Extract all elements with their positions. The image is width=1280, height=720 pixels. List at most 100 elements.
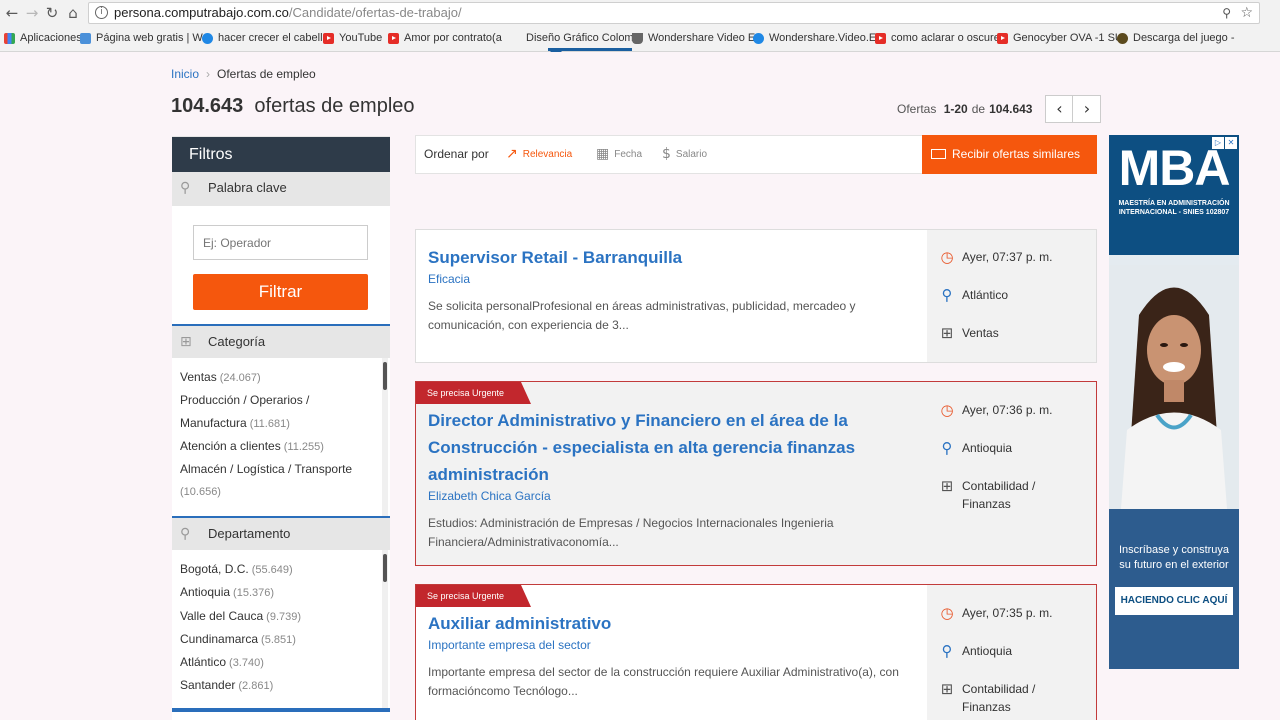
bookmark-item[interactable]: Página web gratis | W [80, 30, 203, 46]
apps-grid-icon [4, 32, 15, 44]
location-pin-icon: ⚲ [941, 642, 953, 660]
offer-card[interactable]: Auxiliar administrativo Importante empre… [415, 584, 1097, 720]
offer-company[interactable]: Importante empresa del sector [428, 638, 915, 652]
sort-relevance-option[interactable]: ↗ Relevancia [506, 136, 572, 173]
next-section-border [172, 708, 390, 712]
calendar-icon: ▦ [596, 146, 610, 162]
offer-title[interactable]: Supervisor Retail - Barranquilla [428, 244, 915, 271]
bookmark-item[interactable]: Wondershare.Video.E [753, 30, 876, 46]
department-section-header[interactable]: ⚲ Departamento [172, 516, 390, 550]
clock-icon: ◷ [940, 248, 954, 266]
urgent-badge: Se precisa Urgente [416, 585, 532, 607]
category-item[interactable]: Almacén / Logística / Transporte (10.656… [180, 458, 380, 504]
bookmark-item[interactable]: Diseño Gráfico Colom [526, 30, 634, 46]
grid-icon: ⊞ [180, 334, 192, 350]
youtube-icon [323, 32, 334, 44]
mba-advertisement[interactable]: MBA MAESTRÍA EN ADMINISTRACIÓN INTERNACI… [1109, 135, 1239, 669]
department-item[interactable]: Antioquia (15.376) [180, 581, 390, 604]
keyword-input[interactable] [193, 225, 368, 260]
ad-tagline: Inscríbase y construya su futuro en el e… [1118, 544, 1230, 571]
clock-icon: ◷ [940, 401, 954, 419]
offer-title[interactable]: Director Administrativo y Financiero en … [428, 407, 915, 488]
offer-meta: ◷ Ayer, 07:37 p. m. ⚲ Atlántico ⊞ Ventas [927, 230, 1096, 362]
offer-category: ⊞ Contabilidad / Finanzas [938, 477, 1068, 513]
youtube-icon [997, 32, 1008, 44]
category-scrollbar[interactable] [383, 362, 387, 390]
bookmark-item[interactable]: Wondershare Video E [632, 30, 755, 46]
grid-icon: ⊞ [940, 324, 954, 342]
bookmark-item[interactable]: Descarga del juego - [1117, 30, 1235, 46]
filters-title: Filtros [172, 136, 390, 172]
ad-woman-photo [1109, 265, 1239, 535]
back-icon[interactable]: ← [2, 3, 22, 23]
page-content: Inicio › Ofertas de empleo 104.643 ofertas… [0, 52, 1280, 720]
receive-similar-offers-button[interactable]: Recibir ofertas similares [922, 135, 1097, 174]
category-item[interactable]: Atención a clientes (11.255) [180, 435, 390, 458]
bookmark-item[interactable]: YouTube [323, 30, 382, 46]
offer-title[interactable]: Auxiliar administrativo [428, 610, 915, 637]
pagination: Ofertas 1-20 de 104.643 ‹ › [897, 95, 1102, 123]
breadcrumb-home-link[interactable]: Inicio [171, 67, 199, 81]
bookmark-item[interactable]: como aclarar o oscure [875, 30, 1000, 46]
ad-cta-button[interactable]: HACIENDO CLIC AQUÍ [1115, 587, 1233, 615]
offer-description: Importante empresa del sector de la cons… [428, 665, 899, 698]
department-item[interactable]: Santander (2.861) [180, 674, 390, 697]
offer-company[interactable]: Elizabeth Chica García [428, 489, 915, 503]
ad-close-icon[interactable]: ✕ [1225, 137, 1237, 149]
pager-label: Ofertas [897, 102, 937, 116]
filters-sidebar: Filtros ⚲ Palabra clave Filtrar ⊞ Catego… [172, 136, 390, 720]
home-icon[interactable]: ⌂ [63, 3, 83, 23]
game-icon [1117, 32, 1128, 44]
url-text[interactable]: persona.computrabajo.com.co/Candidate/of… [114, 3, 462, 23]
breadcrumb-separator: › [206, 67, 211, 81]
sort-bar: Ordenar por ↗ Relevancia ▦ Fecha $ Salario … [415, 135, 1097, 174]
site-info-icon[interactable]: i [95, 6, 108, 19]
page-title-suffix: ofertas de empleo [254, 95, 415, 117]
offer-card[interactable]: Supervisor Retail - Barranquilla Eficaci… [415, 229, 1097, 363]
extension-pin-icon[interactable]: ⚲ [1222, 3, 1231, 23]
offer-card[interactable]: Director Administrativo y Financiero en … [415, 381, 1097, 566]
reload-icon[interactable]: ↻ [42, 3, 62, 23]
bookmark-star-icon[interactable]: ☆ [1240, 3, 1253, 23]
sort-salary-option[interactable]: $ Salario [662, 136, 707, 173]
bookmark-item[interactable]: Amor por contrato(a [388, 30, 502, 46]
pager-of: de [971, 102, 986, 116]
sort-date-option[interactable]: ▦ Fecha [596, 136, 642, 173]
address-bar[interactable]: i persona.computrabajo.com.co/Candidate/… [88, 2, 1260, 24]
offer-count: 104.643 [171, 95, 244, 117]
youtube-icon [875, 32, 886, 44]
cup-icon [632, 32, 643, 44]
ad-subline: MAESTRÍA EN ADMINISTRACIÓN INTERNACIONAL… [1118, 200, 1230, 216]
location-pin-icon: ⚲ [180, 526, 191, 542]
category-item[interactable]: Producción / Operarios / Manufactura (11.… [180, 389, 340, 435]
sort-label: Ordenar por [424, 147, 489, 161]
department-item[interactable]: Bogotá, D.C. (55.649) [180, 558, 390, 581]
globe-icon [753, 32, 764, 44]
forward-icon[interactable]: → [22, 3, 42, 23]
offer-date: ◷ Ayer, 07:36 p. m. [938, 401, 1052, 419]
offer-category: ⊞ Contabilidad / Finanzas [938, 680, 1068, 716]
department-item[interactable]: Valle del Cauca (9.739) [180, 605, 390, 628]
department-item[interactable]: Cundinamarca (5.851) [180, 628, 390, 651]
breadcrumb: Inicio › Ofertas de empleo [171, 67, 316, 81]
next-page-button[interactable]: › [1073, 95, 1102, 123]
bookmark-item[interactable]: Aplicaciones [4, 30, 82, 46]
category-section-header[interactable]: ⊞ Categoría [172, 324, 390, 358]
offer-description: Estudios: Administración de Empresas / N… [428, 516, 834, 549]
category-item[interactable]: Ventas (24.067) [180, 366, 390, 389]
offer-company[interactable]: Eficacia [428, 272, 915, 286]
pager-total: 104.643 [989, 102, 1033, 116]
offer-meta: ◷ Ayer, 07:35 p. m. ⚲ Antioquia ⊞ Contabili… [927, 585, 1096, 720]
bookmarks-bar: Aplicaciones Página web gratis | W hacer… [0, 27, 1280, 49]
ad-info-icon[interactable]: ▷ [1212, 137, 1224, 149]
prev-page-button[interactable]: ‹ [1045, 95, 1074, 123]
offer-description: Se solicita personalProfesional en áreas… [428, 299, 856, 332]
department-item[interactable]: Atlántico (3.740) [180, 651, 390, 674]
bookmark-item[interactable]: hacer crecer el cabello [202, 30, 329, 46]
filter-button[interactable]: Filtrar [193, 274, 368, 310]
offer-meta: ◷ Ayer, 07:36 p. m. ⚲ Antioquia ⊞ Contabili… [927, 382, 1096, 565]
keyword-filter: Filtrar [172, 206, 390, 324]
browser-chrome: ← → ↻ ⌂ i persona.computrabajo.com.co/Ca… [0, 0, 1280, 57]
department-scrollbar[interactable] [383, 554, 387, 582]
bookmark-item[interactable]: Genocyber OVA -1 SU [997, 30, 1123, 46]
